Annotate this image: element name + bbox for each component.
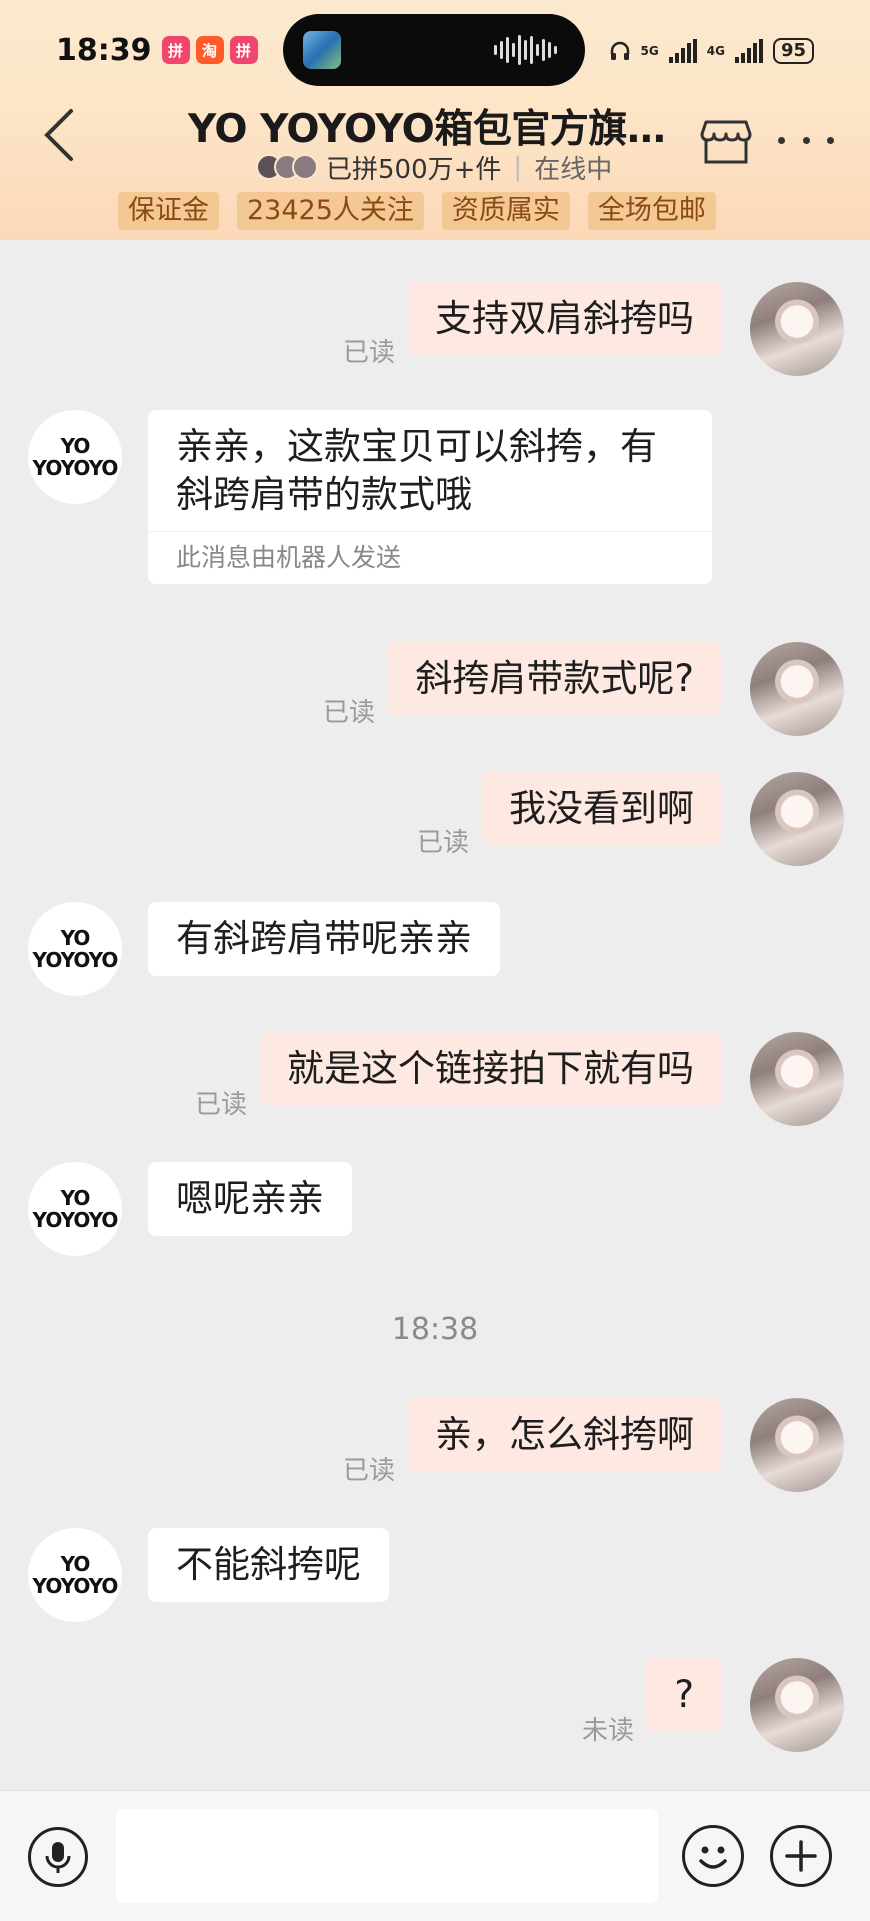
user-avatar[interactable] (750, 772, 844, 866)
emoji-button[interactable] (682, 1825, 744, 1887)
tag-free-shipping[interactable]: 全场包邮 (587, 192, 716, 230)
network-type-4g: 4G (706, 44, 725, 58)
dynamic-island[interactable] (283, 14, 585, 86)
shop-logo-line1: YO (60, 1552, 91, 1576)
incoming-message[interactable]: 亲亲，这款宝贝可以斜挎，有斜跨肩带的款式哦 此消息由机器人发送 (148, 410, 712, 584)
headphones-icon (610, 41, 629, 60)
incoming-message[interactable]: 不能斜挎呢 (148, 1528, 389, 1602)
audio-wave-icon (494, 35, 557, 65)
message-timestamp: 18:38 (391, 1312, 479, 1347)
plus-icon (785, 1840, 817, 1872)
user-avatar[interactable] (750, 1032, 844, 1126)
outgoing-message[interactable]: 亲，怎么斜挎啊 (407, 1398, 722, 1472)
taobao-notification-icon: 淘 (195, 36, 224, 64)
shop-logo-line2: YOYOYO (32, 1208, 119, 1232)
user-avatar[interactable] (750, 1658, 844, 1752)
notification-icons: 拼 淘 拼 (161, 36, 258, 64)
read-status: 已读 (343, 338, 396, 368)
outgoing-message[interactable]: 支持双肩斜挎吗 (407, 282, 722, 356)
unread-status: 未读 (582, 1716, 635, 1746)
voice-button[interactable] (28, 1827, 88, 1887)
shop-avatar[interactable]: YO YOYOYO (28, 1528, 122, 1622)
tag-deposit[interactable]: 保证金 (118, 192, 219, 230)
shop-logo-line1: YO (60, 1186, 91, 1210)
shop-avatar[interactable]: YO YOYOYO (28, 1162, 122, 1256)
buyer-avatars (256, 154, 318, 180)
shop-logo-line1: YO (60, 434, 91, 458)
back-button[interactable] (28, 100, 88, 170)
message-input[interactable] (116, 1809, 658, 1903)
store-icon (700, 120, 752, 164)
incoming-message[interactable]: 有斜跨肩带呢亲亲 (148, 902, 500, 976)
pinduoduo-notification-icon: 拼 (161, 36, 190, 64)
battery-icon: 95 (772, 38, 814, 64)
signal-icon (668, 39, 697, 63)
user-avatar[interactable] (750, 282, 844, 376)
media-thumbnail-icon (303, 31, 341, 69)
sales-count: 已拼500万+件 (326, 154, 502, 185)
read-status: 已读 (195, 1090, 248, 1120)
shop-avatar[interactable]: YO YOYOYO (28, 410, 122, 504)
read-status: 已读 (417, 828, 470, 858)
status-time: 18:39 (56, 32, 152, 68)
status-bar: 18:39 拼 淘 拼 (56, 26, 258, 74)
tag-verified[interactable]: 资质属实 (441, 192, 570, 230)
outgoing-message[interactable]: 就是这个链接拍下就有吗 (259, 1032, 722, 1106)
shop-title[interactable]: YO YOYOYO箱包官方旗舰... (188, 98, 678, 154)
dot-icon (802, 136, 810, 144)
signal-icon-2 (734, 39, 763, 63)
shop-logo-line2: YOYOYO (32, 1574, 119, 1598)
message-text: 亲亲，这款宝贝可以斜挎，有斜跨肩带的款式哦 (176, 425, 657, 516)
read-status: 已读 (323, 698, 376, 728)
online-status: 在线中 (534, 154, 613, 185)
divider: | (513, 152, 523, 182)
more-actions-button[interactable] (770, 1825, 832, 1887)
dot-icon (827, 136, 834, 144)
outgoing-message[interactable]: 斜挎肩带款式呢? (387, 642, 722, 716)
incoming-message[interactable]: 嗯呢亲亲 (148, 1162, 352, 1236)
microphone-icon (45, 1842, 71, 1873)
system-icons: 5G 4G 95 (609, 30, 814, 72)
shop-logo-line1: YO (60, 926, 91, 950)
robot-note: 此消息由机器人发送 (148, 531, 712, 584)
network-type-5g: 5G (640, 44, 659, 58)
shop-stats: 已拼500万+件 | 在线中 (256, 148, 612, 186)
chevron-left-icon (44, 109, 73, 161)
smiley-icon (699, 1846, 727, 1869)
more-options-button[interactable] (778, 126, 834, 154)
outgoing-message[interactable]: 我没看到啊 (481, 772, 722, 846)
dot-icon (778, 136, 785, 144)
read-status: 已读 (343, 1456, 396, 1486)
store-button[interactable] (700, 114, 752, 166)
shop-avatar[interactable]: YO YOYOYO (28, 902, 122, 996)
shop-logo-line2: YOYOYO (32, 456, 119, 480)
user-avatar[interactable] (750, 642, 844, 736)
pinduoduo-notification-icon-2: 拼 (229, 36, 258, 64)
chat-header: 18:39 拼 淘 拼 5G 4G 95 YO YOYOYO箱包官方旗舰... (0, 0, 870, 240)
user-avatar[interactable] (750, 1398, 844, 1492)
outgoing-message[interactable]: ? (646, 1658, 722, 1732)
input-bar (0, 1790, 870, 1921)
shop-logo-line2: YOYOYO (32, 948, 119, 972)
shop-tags: 保证金 23425人关注 资质属实 全场包邮 (118, 192, 716, 230)
tag-followers[interactable]: 23425人关注 (237, 192, 424, 230)
